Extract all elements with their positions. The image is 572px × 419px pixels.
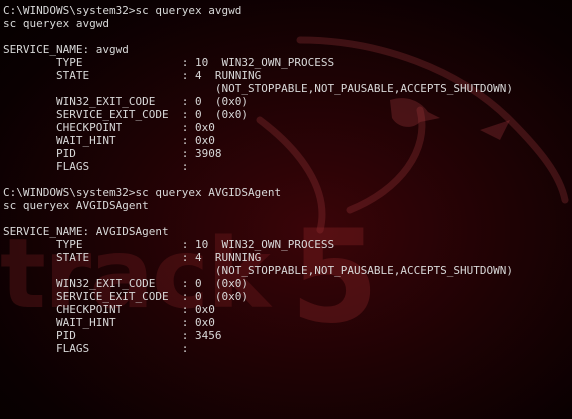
console-line: sc queryex avgwd — [3, 17, 109, 30]
console-line: WIN32_EXIT_CODE : 0 (0x0) — [3, 277, 249, 290]
console-line: SERVICE_NAME: AVGIDSAgent — [3, 225, 169, 238]
console-line: CHECKPOINT : 0x0 — [3, 121, 215, 134]
console-line: STATE : 4 RUNNING — [3, 69, 262, 82]
console-line: SERVICE_NAME: avgwd — [3, 43, 129, 56]
console-line: WAIT_HINT : 0x0 — [3, 316, 215, 329]
console-line: (NOT_STOPPABLE,NOT_PAUSABLE,ACCEPTS_SHUT… — [3, 264, 513, 277]
console-line: PID : 3456 — [3, 329, 222, 342]
console-line: WIN32_EXIT_CODE : 0 (0x0) — [3, 95, 249, 108]
console-line: C:\WINDOWS\system32>sc queryex AVGIDSAge… — [3, 186, 282, 199]
console-line: CHECKPOINT : 0x0 — [3, 303, 215, 316]
console-line: FLAGS : — [3, 342, 189, 355]
console-output[interactable]: C:\WINDOWS\system32>sc queryex avgwd sc q… — [3, 4, 569, 355]
console-line: sc queryex AVGIDSAgent — [3, 199, 149, 212]
console-line: SERVICE_EXIT_CODE : 0 (0x0) — [3, 108, 249, 121]
terminal-window[interactable]: track 5 C:\WINDOWS\system32>sc queryex a… — [0, 0, 572, 419]
console-line: SERVICE_EXIT_CODE : 0 (0x0) — [3, 290, 249, 303]
console-line: PID : 3908 — [3, 147, 222, 160]
console-line: FLAGS : — [3, 160, 189, 173]
console-line: TYPE : 10 WIN32_OWN_PROCESS — [3, 238, 335, 251]
console-line: WAIT_HINT : 0x0 — [3, 134, 215, 147]
console-line: (NOT_STOPPABLE,NOT_PAUSABLE,ACCEPTS_SHUT… — [3, 82, 513, 95]
console-line: STATE : 4 RUNNING — [3, 251, 262, 264]
console-line: C:\WINDOWS\system32>sc queryex avgwd — [3, 4, 242, 17]
console-line: TYPE : 10 WIN32_OWN_PROCESS — [3, 56, 335, 69]
